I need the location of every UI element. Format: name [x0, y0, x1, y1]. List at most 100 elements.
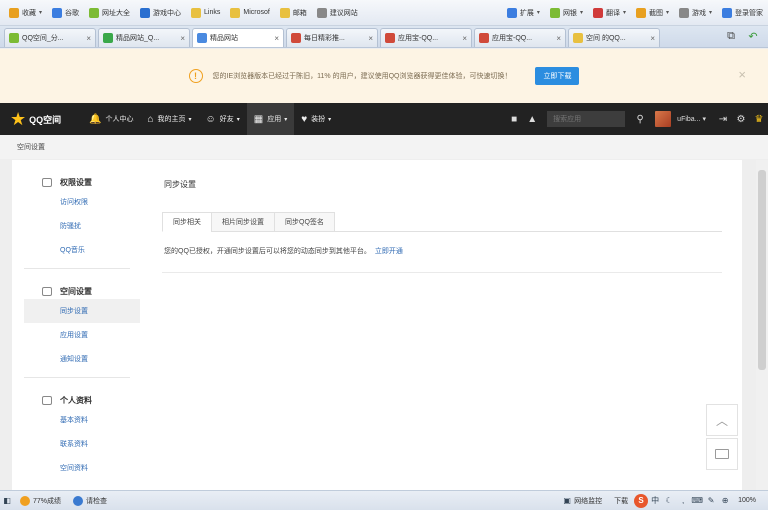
search-input[interactable]	[547, 111, 626, 127]
chevron-down-icon: ▾	[39, 10, 43, 16]
browser-tab[interactable]: 精品网站_Q... ×	[98, 28, 190, 47]
close-icon[interactable]: ×	[556, 34, 561, 43]
status-bar: ◧ 77%成绩 请检查 ▣ 网络监控 下载 S 中 ☾ , ⌨ ✎ ⊕ 100%	[0, 490, 768, 510]
sidebar-item[interactable]: 防骚扰	[12, 214, 142, 238]
avatar[interactable]	[655, 111, 672, 127]
sidebar-item[interactable]: 应用设置	[12, 323, 142, 347]
punctuation-icon[interactable]: ,	[676, 494, 690, 508]
vertical-scrollbar[interactable]	[756, 160, 768, 490]
favorite-item[interactable]: 游戏中心	[135, 4, 186, 22]
sidebar-item[interactable]: 联系资料	[12, 432, 142, 456]
folder-icon	[42, 395, 52, 405]
status-item[interactable]: 77%成绩	[14, 495, 67, 506]
logout-icon[interactable]: ⇥	[714, 103, 732, 135]
moon-icon[interactable]: ☾	[662, 494, 676, 508]
browser-tab[interactable]: 应用宝-QQ... ×	[474, 28, 566, 47]
chart-icon[interactable]: ▲	[523, 103, 541, 135]
status-item[interactable]: 请检查	[67, 495, 113, 506]
download-status[interactable]: 下载	[608, 496, 634, 506]
chevron-down-icon: ▾	[284, 116, 288, 123]
close-icon[interactable]: ×	[462, 34, 467, 43]
tab-favicon	[103, 33, 113, 43]
favorite-item[interactable]: 建议网站	[312, 4, 363, 22]
tab-label: 空间 的QQ...	[586, 35, 626, 42]
favorite-item[interactable]: 网银 ▾	[545, 4, 588, 22]
favorite-icon	[316, 7, 327, 18]
feedback-button[interactable]	[706, 438, 738, 470]
browser-tab[interactable]: 应用宝-QQ... ×	[380, 28, 472, 47]
favorite-item[interactable]: 登录管家	[717, 4, 768, 22]
favorite-item[interactable]: 谷歌	[47, 4, 84, 22]
sidebar-item[interactable]: 基本资料	[12, 408, 142, 432]
favorite-item[interactable]: Links	[186, 4, 225, 22]
enable-link[interactable]: 立即开通	[375, 248, 403, 255]
favorite-item[interactable]: 扩展 ▾	[502, 4, 545, 22]
grid-icon[interactable]: ■	[505, 103, 523, 135]
sidebar-item[interactable]: 空间资料	[12, 456, 142, 480]
group-title-label: 权限设置	[60, 177, 92, 187]
browser-tab[interactable]: 空间 的QQ... ×	[568, 28, 660, 47]
sidebar-item[interactable]: QQ音乐	[12, 238, 142, 262]
gear-icon[interactable]: ⚙	[732, 103, 750, 135]
page-tools-icon[interactable]: ⧉	[724, 29, 738, 43]
close-icon[interactable]: ×	[180, 34, 185, 43]
favorite-icon	[722, 7, 732, 18]
nav-item[interactable]: ⌂ 我的主页 ▾	[140, 103, 198, 135]
sub-tab[interactable]: 同步相关	[162, 212, 212, 232]
keyboard-icon[interactable]: ⌨	[690, 494, 704, 508]
browser-tab[interactable]: QQ空间_分... ×	[4, 28, 96, 47]
close-icon[interactable]: ×	[274, 34, 279, 43]
sidebar-item[interactable]: 通知设置	[12, 347, 142, 371]
scrollbar-thumb[interactable]	[758, 170, 766, 370]
browser-tab[interactable]: 每日精彩推... ×	[286, 28, 378, 47]
sidebar-item[interactable]: 同步设置	[24, 299, 140, 323]
download-button[interactable]: 立即下载	[535, 67, 580, 85]
nav-label: 个人中心	[105, 116, 134, 123]
nav-item[interactable]: ☺ 好友 ▾	[199, 103, 247, 135]
nav-item[interactable]: ♥ 装扮 ▾	[294, 103, 338, 135]
zoom-icon[interactable]: ⊕	[718, 494, 732, 508]
settings-content: 同步设置 同步相关 相片同步设置 同步QQ签名 您的QQ已授权，开通同步设置后可以将…	[162, 160, 722, 490]
chevron-down-icon: ▾	[536, 10, 540, 16]
chevron-down-icon: ▾	[665, 10, 669, 16]
nav-item[interactable]: 🔔 个人中心	[82, 103, 140, 135]
search-icon[interactable]: ⚲	[631, 103, 649, 135]
chevron-down-icon: ▾	[188, 116, 192, 123]
nav-item[interactable]: ▦ 应用 ▾	[246, 103, 295, 135]
favorite-item[interactable]: 邮箱	[275, 4, 312, 22]
close-icon[interactable]: ×	[738, 67, 746, 82]
browser-tab[interactable]: 精品网站 ×	[192, 28, 284, 47]
sogou-badge-icon[interactable]: S	[634, 493, 649, 508]
back-to-top-button[interactable]: ︿	[706, 404, 738, 436]
sub-tab[interactable]: 同步QQ签名	[274, 212, 335, 232]
sidebar-item[interactable]: 访问权限	[12, 190, 142, 214]
username[interactable]: uFiba... ▾	[677, 115, 706, 123]
favorite-item[interactable]: Microsof	[225, 4, 274, 22]
sidebar-toggle-icon[interactable]: ◧	[0, 494, 14, 508]
nav-label: 好友	[219, 116, 234, 123]
chevron-down-icon: ▾	[622, 10, 626, 16]
close-icon[interactable]: ×	[86, 34, 91, 43]
favorite-icon	[506, 7, 517, 18]
page-title: 同步设置	[164, 180, 196, 189]
group-title-label: 个人资料	[60, 395, 92, 405]
favorite-item[interactable]: 截图 ▾	[631, 4, 674, 22]
back-arrow-icon[interactable]: ↶	[746, 29, 760, 43]
nav-icon: ♥	[301, 113, 308, 125]
favorite-item[interactable]: 游戏 ▾	[674, 4, 717, 22]
vip-icon[interactable]: ♛	[750, 103, 768, 135]
favorite-label: Microsof	[243, 9, 270, 16]
sub-tab[interactable]: 相片同步设置	[211, 212, 275, 232]
ime-icon[interactable]: 中	[648, 494, 662, 508]
favorite-label: 游戏	[691, 9, 706, 17]
wrench-icon[interactable]: ✎	[704, 494, 718, 508]
tab-favicon	[573, 33, 583, 43]
zoom-level[interactable]: 100%	[732, 497, 768, 504]
network-monitor[interactable]: ▣ 网络监控	[554, 494, 608, 508]
favorite-item[interactable]: 收藏 ▾	[4, 4, 47, 22]
favorite-item[interactable]: 网址大全	[84, 4, 135, 22]
close-icon[interactable]: ×	[368, 34, 373, 43]
favorite-item[interactable]: 翻译 ▾	[588, 4, 631, 22]
close-icon[interactable]: ×	[650, 34, 655, 43]
qzone-logo[interactable]: ★ QQ空间	[0, 110, 82, 128]
